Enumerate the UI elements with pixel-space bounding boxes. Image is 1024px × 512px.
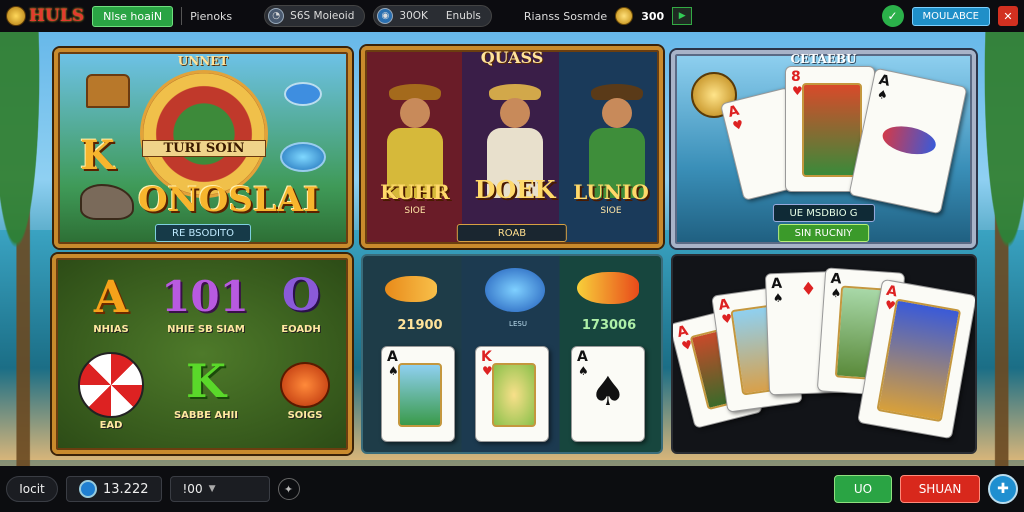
character-3-sub: SIOE: [600, 206, 622, 216]
dragon-icon: [80, 184, 134, 220]
horn-icon: [280, 362, 330, 408]
horn-label: SOIGS: [287, 410, 323, 421]
menu-label[interactable]: Pienoks: [190, 10, 232, 23]
character-1-name: KUHR: [380, 180, 450, 204]
logo-coin-icon: [6, 6, 26, 26]
game-tile-fish-cards[interactable]: 21900 LESU 173006 A ♠ K ♥ A ♠ ♠: [361, 254, 663, 454]
symbol-o: O: [281, 270, 321, 321]
goldfish-icon: [385, 276, 437, 302]
fortune-wheel-icon: [140, 70, 268, 198]
game-tile-card-fan[interactable]: A ♥ A ♥ A ♠ ♦ A ♠ A ♥: [671, 254, 977, 454]
tile-plate: RE BSODITO: [155, 224, 251, 242]
symbol-o-label: EOADH: [281, 324, 321, 335]
divider: [181, 7, 183, 25]
balance-value: 13.222: [103, 481, 149, 497]
orange-fish-icon: [577, 272, 639, 304]
info-pill-text: S6S Moieoid: [290, 10, 355, 22]
wheel-label: TURI SOIN: [142, 140, 266, 157]
card-king-shell: K ♥: [475, 346, 549, 442]
tile-banner: UNNET: [177, 54, 229, 68]
symbol-k-label: SABBE AHII: [173, 410, 239, 421]
lifebuoy-label: EAD: [99, 420, 123, 431]
card-ace-spades-big: A ♠ ♠: [571, 346, 645, 442]
top-bar: HULS Nlse hoaiN Pienoks ◔ S6S Moieoid ◉ …: [0, 0, 1024, 32]
play-arrow-icon[interactable]: ▶: [672, 7, 693, 25]
check-icon[interactable]: ✓: [881, 5, 904, 27]
account-button[interactable]: Iocit: [6, 476, 58, 502]
expand-icon[interactable]: ✚: [988, 474, 1018, 504]
tile-plate-lower: SIN RUCNIY: [777, 224, 870, 242]
balance-pill-value: 30OK: [399, 10, 428, 22]
tile-banner: QUASS: [480, 48, 544, 67]
globe-icon: ◉: [377, 8, 394, 24]
gem-icon: [284, 82, 322, 106]
game-tile-wheel[interactable]: UNNET TURI SOIN K ONOSLAI RE BSODITO: [54, 48, 352, 248]
orb-icon: [280, 142, 326, 172]
character-3-name: LUNIO: [573, 180, 649, 204]
card-ace-fish: A ♠: [381, 346, 455, 442]
logo[interactable]: HULS: [6, 6, 84, 26]
bottom-bar: Iocit 13.222 !00 ▼ ✦ UO SHUAN ✚: [0, 466, 1024, 512]
value-1: 21900: [397, 318, 443, 333]
fish-icon: [880, 121, 939, 159]
symbol-101: 101: [161, 272, 249, 321]
symbol-101-label: NHIE SB SIAM: [167, 324, 245, 335]
value-3: 173006: [581, 318, 637, 333]
chevron-down-icon: ▼: [208, 484, 216, 494]
balance-pill[interactable]: ◉ 30OK Enubls: [373, 5, 492, 27]
tile-k-letter: K: [80, 132, 115, 179]
balance-coin-icon: [79, 480, 97, 498]
value-2: LESU: [509, 320, 527, 328]
tile-plate-upper: UE MSDBIO G: [772, 204, 875, 222]
balance-display: 13.222: [66, 476, 162, 502]
character-1-sub: SIOE: [404, 206, 426, 216]
spin-button[interactable]: SHUAN: [900, 475, 980, 503]
info-pill[interactable]: ◔ S6S Moieoid: [264, 5, 366, 27]
tile-banner: CETAEBU: [790, 52, 857, 66]
coin-icon: [615, 7, 634, 25]
game-tile-cards-sea[interactable]: CETAEBU A ♥ 8 ♥ A ♠ UE MSDBIO G SIN RUCNIY: [671, 50, 976, 248]
coin-count: 300: [641, 9, 665, 23]
spade-icon: ♠: [590, 369, 626, 415]
bet-value: !00: [182, 482, 203, 496]
tile-title: ONOSLAI: [138, 180, 320, 220]
action-button[interactable]: MOULABCE: [911, 6, 990, 26]
lifebuoy-icon: [78, 352, 144, 418]
home-button[interactable]: Nlse hoaiN: [92, 5, 174, 27]
blue-fish-icon: [485, 268, 545, 312]
balance-pill-label: Enubls: [445, 10, 481, 22]
settings-icon[interactable]: ✦: [277, 478, 300, 500]
hut-icon: [86, 74, 130, 108]
diamond-icon: ♦: [800, 278, 817, 301]
symbol-a-label: NHIAS: [93, 324, 129, 335]
close-icon[interactable]: ✕: [998, 6, 1018, 26]
symbol-k: K: [186, 354, 226, 408]
character-2-name: DOEK: [474, 175, 556, 204]
confirm-button[interactable]: UO: [834, 475, 892, 503]
game-tile-slot-symbols[interactable]: A NHIAS 101 NHIE SB SIAM O EOADH EAD K S…: [52, 254, 352, 454]
clock-icon: ◔: [268, 8, 285, 24]
nav-links[interactable]: Rianss Sosmde: [524, 10, 607, 23]
bet-selector[interactable]: !00 ▼: [169, 476, 270, 502]
symbol-a: A: [93, 272, 129, 323]
game-tile-characters[interactable]: QUASS KUHR SIOE DOEK LUNIO SIOE ROAB: [361, 46, 663, 248]
tile-plate: ROAB: [456, 224, 568, 242]
logo-text: HULS: [29, 6, 85, 26]
